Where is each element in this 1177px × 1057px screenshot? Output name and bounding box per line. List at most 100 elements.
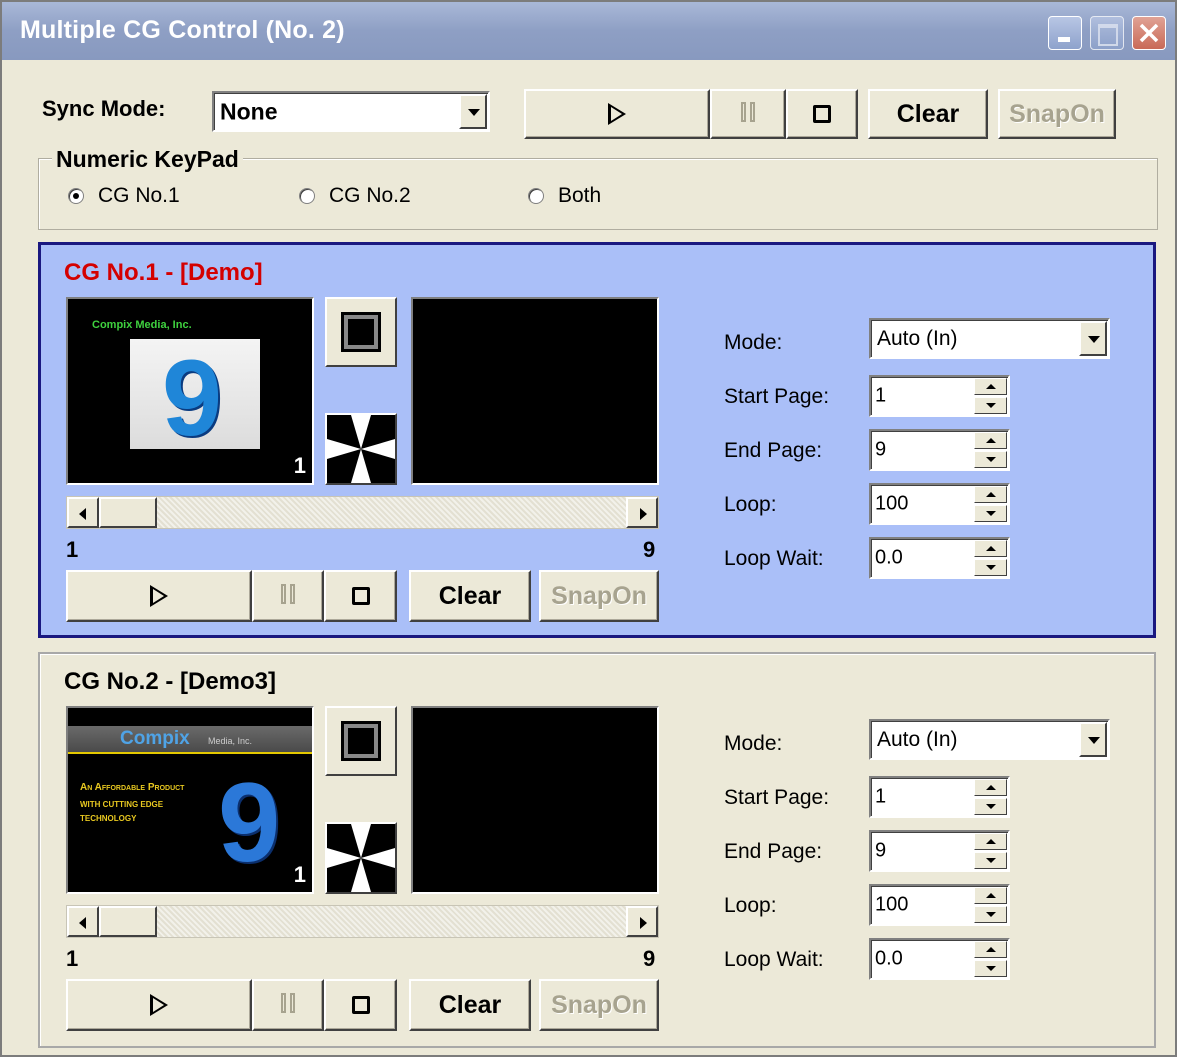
- chevron-down-icon[interactable]: [1079, 321, 1107, 356]
- spin-up-icon[interactable]: [974, 378, 1007, 395]
- close-button[interactable]: [1132, 16, 1166, 50]
- spin-up-icon[interactable]: [974, 779, 1007, 796]
- spin-down-icon[interactable]: [974, 451, 1007, 468]
- cg1-panel: CG No.1 - [Demo] Compix Media, Inc. 9 1 …: [38, 242, 1156, 638]
- cg1-page-scrollbar[interactable]: [66, 496, 659, 529]
- cg1-pause-button[interactable]: [252, 570, 324, 622]
- pause-all-button[interactable]: [710, 89, 786, 139]
- cg2-scroll-max: 9: [643, 946, 656, 971]
- cg1-loop-spinner[interactable]: 100: [869, 483, 1010, 525]
- cg2-thumbnail[interactable]: Compix Media, Inc. An Affordable Product…: [66, 706, 314, 894]
- cg2-clear-button[interactable]: Clear: [409, 979, 531, 1031]
- cg1-loop-wait-value: 0.0: [875, 546, 903, 569]
- spin-up-icon[interactable]: [974, 432, 1007, 449]
- spin-up-icon[interactable]: [974, 941, 1007, 958]
- cg2-thumb-line1: An Affordable Product: [80, 782, 185, 793]
- spin-up-icon[interactable]: [974, 833, 1007, 850]
- cg1-loop-wait-label: Loop Wait:: [724, 547, 824, 570]
- window-title: Multiple CG Control (No. 2): [20, 16, 345, 44]
- scroll-right-icon[interactable]: [626, 906, 658, 937]
- cg2-loop-wait-value: 0.0: [875, 947, 903, 970]
- spin-down-icon[interactable]: [974, 852, 1007, 869]
- minimize-button[interactable]: [1048, 16, 1082, 50]
- spin-down-icon[interactable]: [974, 559, 1007, 576]
- title-bar[interactable]: Multiple CG Control (No. 2): [2, 2, 1175, 60]
- play-all-button[interactable]: [524, 89, 710, 139]
- cg1-play-button[interactable]: [66, 570, 252, 622]
- cg1-snapon-button[interactable]: SnapOn: [539, 570, 659, 622]
- radio-cg1[interactable]: [68, 188, 84, 204]
- cg2-end-page-spinner[interactable]: 9: [869, 830, 1010, 872]
- cg2-scroll-thumb[interactable]: [99, 906, 157, 937]
- cg1-cue-button[interactable]: [325, 297, 397, 367]
- stop-all-button[interactable]: [786, 89, 858, 139]
- maximize-button[interactable]: [1090, 16, 1124, 50]
- cg2-stop-button[interactable]: [324, 979, 397, 1031]
- spin-down-icon[interactable]: [974, 397, 1007, 414]
- clear-all-button[interactable]: Clear: [868, 89, 988, 139]
- scroll-right-icon[interactable]: [626, 497, 658, 528]
- cg2-cue-button[interactable]: [325, 706, 397, 776]
- radio-both-label[interactable]: Both: [558, 184, 601, 208]
- cg1-stop-button[interactable]: [324, 570, 397, 622]
- radio-cg1-label[interactable]: CG No.1: [98, 184, 180, 208]
- radio-cg2[interactable]: [299, 188, 315, 204]
- snapon-all-button[interactable]: SnapOn: [998, 89, 1116, 139]
- cg2-mode-select[interactable]: Auto (In): [869, 719, 1110, 760]
- stop-icon: [813, 105, 831, 123]
- cg2-title: CG No.2 - [Demo3]: [64, 668, 277, 695]
- spin-down-icon[interactable]: [974, 906, 1007, 923]
- cg-control-window: Multiple CG Control (No. 2) Sync Mode: N…: [0, 0, 1177, 1057]
- spin-up-icon[interactable]: [974, 887, 1007, 904]
- scroll-left-icon[interactable]: [67, 906, 99, 937]
- cg1-scroll-thumb[interactable]: [99, 497, 157, 528]
- numeric-keypad-title: Numeric KeyPad: [52, 146, 243, 173]
- cue-square-icon: [341, 721, 381, 761]
- cg1-thumbnail[interactable]: Compix Media, Inc. 9 1: [66, 297, 314, 485]
- wipe-transition-icon: [327, 824, 395, 892]
- cg2-thumb-line2: with cutting edge: [80, 800, 164, 809]
- cg1-end-page-spinner[interactable]: 9: [869, 429, 1010, 471]
- spin-up-icon[interactable]: [974, 540, 1007, 557]
- cg2-mode-value: Auto (In): [877, 727, 958, 751]
- chevron-down-icon[interactable]: [1079, 722, 1107, 757]
- cg2-end-page-label: End Page:: [724, 840, 823, 863]
- spin-down-icon[interactable]: [974, 960, 1007, 977]
- cg1-mode-value: Auto (In): [877, 326, 958, 350]
- play-icon: [150, 585, 168, 607]
- cg2-loop-value: 100: [875, 893, 909, 916]
- scroll-left-icon[interactable]: [67, 497, 99, 528]
- cg2-end-page-value: 9: [875, 839, 887, 862]
- cg2-transition-button[interactable]: [325, 822, 397, 894]
- cg2-loop-wait-spinner[interactable]: 0.0: [869, 938, 1010, 980]
- cg1-loop-wait-spinner[interactable]: 0.0: [869, 537, 1010, 579]
- cg2-start-page-spinner[interactable]: 1: [869, 776, 1010, 818]
- chevron-down-icon[interactable]: [459, 94, 487, 129]
- pause-icon: [279, 582, 297, 611]
- cg2-thumb-brand: Compix: [120, 728, 190, 749]
- cg1-end-page-label: End Page:: [724, 439, 823, 462]
- cg1-mode-select[interactable]: Auto (In): [869, 318, 1110, 359]
- cg1-transition-button[interactable]: [325, 413, 397, 485]
- cg2-page-scrollbar[interactable]: [66, 905, 659, 938]
- sync-mode-select[interactable]: None: [212, 91, 490, 132]
- cg1-output-preview: [411, 297, 659, 485]
- cg2-pause-button[interactable]: [252, 979, 324, 1031]
- spin-down-icon[interactable]: [974, 505, 1007, 522]
- radio-cg2-label[interactable]: CG No.2: [329, 184, 411, 208]
- cg2-loop-spinner[interactable]: 100: [869, 884, 1010, 926]
- cg2-start-page-value: 1: [875, 785, 887, 808]
- radio-both[interactable]: [528, 188, 544, 204]
- maximize-icon: [1098, 24, 1118, 46]
- cue-square-icon: [341, 312, 381, 352]
- cg1-clear-button[interactable]: Clear: [409, 570, 531, 622]
- spin-down-icon[interactable]: [974, 798, 1007, 815]
- cg2-thumb-page: 1: [293, 862, 306, 887]
- cg1-end-page-value: 9: [875, 438, 887, 461]
- spin-up-icon[interactable]: [974, 486, 1007, 503]
- wipe-transition-icon: [327, 415, 395, 483]
- cg2-snapon-button[interactable]: SnapOn: [539, 979, 659, 1031]
- cg1-start-page-spinner[interactable]: 1: [869, 375, 1010, 417]
- sync-mode-label: Sync Mode:: [42, 96, 166, 121]
- cg2-play-button[interactable]: [66, 979, 252, 1031]
